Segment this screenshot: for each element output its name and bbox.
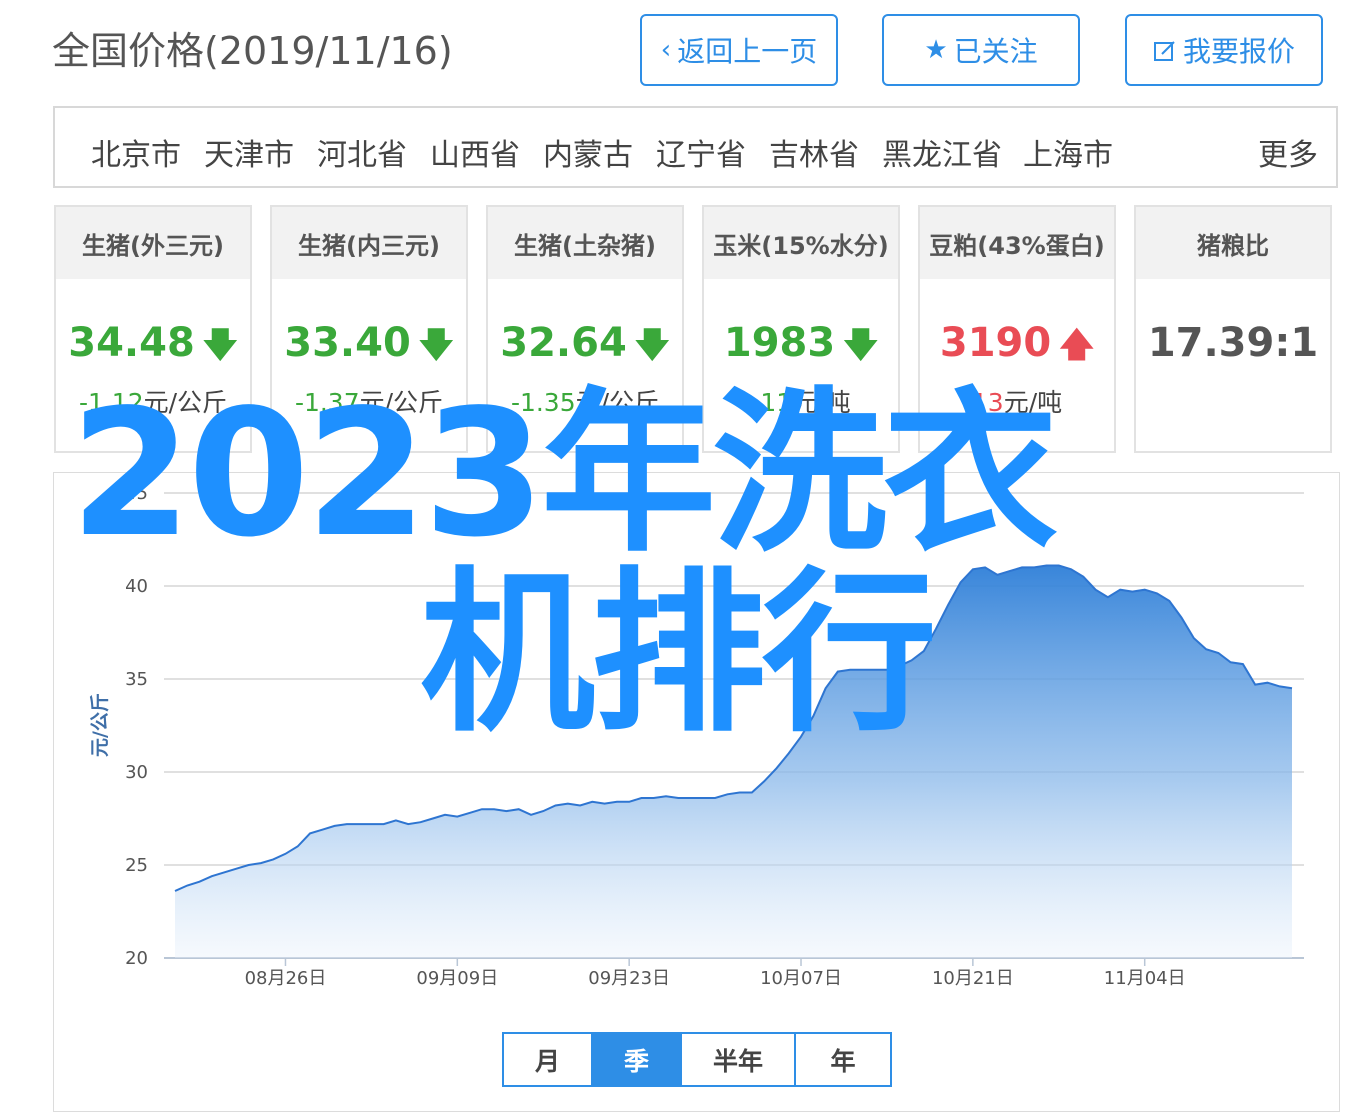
- card-title: 生猪(外三元): [56, 207, 250, 279]
- follow-button[interactable]: ★ 已关注: [882, 14, 1080, 86]
- card-change: -1.12元/公斤: [56, 383, 250, 419]
- card-value-text: 32.64: [500, 320, 627, 366]
- star-icon: ★: [924, 35, 948, 65]
- card-change-unit: 元/吨: [792, 388, 851, 417]
- card-value: 3190 🡅: [920, 320, 1114, 378]
- region-item[interactable]: 黑龙江省: [882, 130, 1002, 174]
- region-item[interactable]: 北京市: [91, 130, 181, 174]
- y-axis-label: 元/公斤: [89, 693, 111, 757]
- tab-year[interactable]: 年: [796, 1034, 890, 1085]
- y-tick-label: 40: [125, 576, 148, 597]
- arrow-down-icon: 🡇: [634, 325, 670, 365]
- x-tick-label: 10月07日: [760, 968, 842, 989]
- price-card[interactable]: 猪粮比 17.39:1: [1134, 205, 1332, 453]
- region-bar: 北京市 天津市 河北省 山西省 内蒙古 辽宁省 吉林省 黑龙江省 上海市 更多: [53, 106, 1338, 188]
- price-card[interactable]: 生猪(土杂猪) 32.64 🡇 -1.35元/公斤: [486, 205, 684, 453]
- card-title: 生猪(内三元): [272, 207, 466, 279]
- card-value: 34.48 🡇: [56, 320, 250, 378]
- arrow-down-icon: 🡇: [202, 325, 238, 365]
- price-card[interactable]: 生猪(外三元) 34.48 🡇 -1.12元/公斤: [54, 205, 252, 453]
- price-card[interactable]: 玉米(15%水分) 1983 🡇 -11元/吨: [702, 205, 900, 453]
- y-tick-label: 30: [125, 762, 148, 783]
- chevron-left-icon: ‹: [660, 35, 672, 65]
- price-chart-panel: 20 25 30 35 40 45 08月26日 09月09日 09月23日 10月07日 10月2…: [53, 472, 1340, 1112]
- y-tick-label: 20: [125, 948, 148, 969]
- x-tick-label: 09月09日: [416, 968, 498, 989]
- region-item[interactable]: 山西省: [430, 130, 520, 174]
- x-tick-label: 09月23日: [588, 968, 670, 989]
- follow-button-label: 已关注: [953, 35, 1038, 68]
- card-value: 33.40 🡇: [272, 320, 466, 378]
- region-item[interactable]: 辽宁省: [656, 130, 746, 174]
- card-value: 32.64 🡇: [488, 320, 682, 378]
- back-button-label: 返回上一页: [677, 35, 818, 68]
- card-value-text: 33.40: [284, 320, 411, 366]
- card-change: -11元/吨: [704, 383, 898, 419]
- region-item[interactable]: 内蒙古: [543, 130, 633, 174]
- back-button[interactable]: ‹ 返回上一页: [640, 14, 838, 86]
- card-title: 生猪(土杂猪): [488, 207, 682, 279]
- card-value-text: 3190: [939, 320, 1052, 366]
- quote-button-label: 我要报价: [1182, 35, 1295, 68]
- card-change-num: -1.12: [78, 388, 144, 417]
- arrow-down-icon: 🡇: [843, 325, 879, 365]
- card-change-unit: 元/吨: [1003, 388, 1063, 417]
- region-item[interactable]: 天津市: [204, 130, 294, 174]
- region-item[interactable]: 河北省: [317, 130, 407, 174]
- arrow-down-icon: 🡇: [418, 325, 454, 365]
- card-value-text: 34.48: [68, 320, 195, 366]
- price-area-chart: 20 25 30 35 40 45 08月26日 09月09日 09月23日 10月07日 10月2…: [89, 483, 1304, 989]
- card-value: 1983 🡇: [704, 320, 898, 378]
- card-value-text: 1983: [723, 320, 836, 366]
- card-change: -1.37元/公斤: [272, 383, 466, 419]
- x-tick-label: 10月21日: [932, 968, 1014, 989]
- quote-button[interactable]: 我要报价: [1125, 14, 1323, 86]
- card-change: 13元/吨: [920, 383, 1114, 419]
- region-item[interactable]: 上海市: [1023, 130, 1113, 174]
- card-title: 玉米(15%水分): [704, 207, 898, 279]
- price-card[interactable]: 生猪(内三元) 33.40 🡇 -1.37元/公斤: [270, 205, 468, 453]
- card-change-unit: 元/公斤: [359, 388, 444, 417]
- y-tick-label: 45: [125, 483, 148, 504]
- range-tabs: 月 季 半年 年: [502, 1032, 892, 1087]
- card-value: 17.39:1: [1147, 320, 1319, 366]
- card-change-num: -11: [751, 388, 793, 417]
- series-area: [175, 565, 1292, 958]
- card-change-unit: 元/公斤: [575, 388, 660, 417]
- tab-quarter[interactable]: 季: [593, 1034, 682, 1085]
- region-item[interactable]: 吉林省: [769, 130, 859, 174]
- y-tick-label: 25: [125, 855, 148, 876]
- tab-month[interactable]: 月: [504, 1034, 593, 1085]
- price-card[interactable]: 豆粕(43%蛋白) 3190 🡅 13元/吨: [918, 205, 1116, 453]
- card-change-num: 13: [971, 388, 1004, 417]
- page-title: 全国价格(2019/11/16): [52, 29, 453, 73]
- arrow-up-icon: 🡅: [1059, 325, 1095, 365]
- card-change: -1.35元/公斤: [488, 383, 682, 419]
- card-title: 猪粮比: [1136, 207, 1330, 279]
- x-tick-label: 11月04日: [1104, 968, 1186, 989]
- more-regions-link[interactable]: 更多: [1258, 130, 1318, 174]
- edit-icon: [1153, 35, 1177, 65]
- y-tick-label: 35: [125, 669, 148, 690]
- x-tick-label: 08月26日: [245, 968, 327, 989]
- card-change-unit: 元/公斤: [143, 388, 228, 417]
- card-change-num: -1.37: [294, 388, 360, 417]
- card-change-num: -1.35: [510, 388, 576, 417]
- card-title: 豆粕(43%蛋白): [920, 207, 1114, 279]
- tab-half-year[interactable]: 半年: [682, 1034, 796, 1085]
